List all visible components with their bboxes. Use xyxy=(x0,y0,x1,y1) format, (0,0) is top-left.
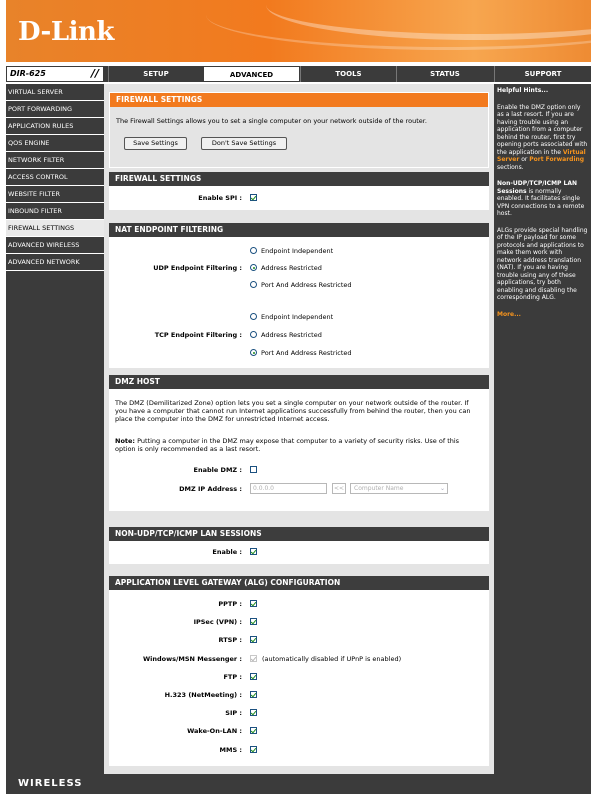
alg-label: SIP : xyxy=(225,709,242,718)
alg-checkbox[interactable] xyxy=(250,709,257,717)
sidebar-item-advanced-network[interactable]: ADVANCED NETWORK xyxy=(6,254,104,271)
alg-checkbox[interactable] xyxy=(250,654,257,662)
alg-label: PPTP : xyxy=(218,600,242,608)
tcp-endpoint-independent-radio[interactable] xyxy=(250,313,257,320)
sidebar-item-application-rules[interactable]: APPLICATION RULES xyxy=(6,118,104,135)
sidebar-item-inbound-filter[interactable]: INBOUND FILTER xyxy=(6,203,104,220)
more-link[interactable]: More... xyxy=(497,311,588,319)
udp-opt2-label: Address Restricted xyxy=(261,264,322,272)
sidebar-item-website-filter[interactable]: WEBSITE FILTER xyxy=(6,186,104,203)
tcp-opt2-label: Address Restricted xyxy=(261,331,322,339)
alg-checkbox[interactable] xyxy=(250,672,257,680)
dmz-note-1: Putting a computer in the DMZ may expose… xyxy=(135,437,460,445)
alg-note: (automatically disabled if UPnP is enabl… xyxy=(262,654,402,663)
enable-dmz-label: Enable DMZ : xyxy=(193,466,242,474)
sidebar: VIRTUAL SERVER PORT FORWARDING APPLICATI… xyxy=(6,84,104,774)
alg-checkbox[interactable] xyxy=(250,618,257,626)
udp-endpoint-independent-radio[interactable] xyxy=(250,247,257,254)
dmz-desc-2: you have a computer that cannot run Inte… xyxy=(115,407,471,415)
alg-checkbox[interactable] xyxy=(250,600,257,607)
lan-enable-label: Enable : xyxy=(212,548,242,556)
sidebar-item-virtual-server[interactable]: VIRTUAL SERVER xyxy=(6,84,104,101)
help-p2: Non-UDP/TCP/ICMP LAN Sessions is normall… xyxy=(497,180,585,217)
tab-status[interactable]: STATUS xyxy=(396,66,493,82)
tab-advanced[interactable]: ADVANCED xyxy=(203,66,300,82)
sidebar-item-access-control[interactable]: ACCESS CONTROL xyxy=(6,169,104,186)
help-title: Helpful Hints... xyxy=(497,87,549,94)
computer-name-select[interactable]: Computer Name ⌄ xyxy=(350,483,448,494)
tcp-opt3-label: Port And Address Restricted xyxy=(261,349,352,357)
sidebar-item-port-forwarding[interactable]: PORT FORWARDING xyxy=(6,101,104,118)
tcp-filtering-label: TCP Endpoint Filtering : xyxy=(154,331,242,339)
tcp-address-restricted-radio[interactable] xyxy=(250,331,257,338)
udp-filtering-label: UDP Endpoint Filtering : xyxy=(153,264,242,272)
tab-support[interactable]: SUPPORT xyxy=(494,66,591,82)
udp-port-address-restricted-radio[interactable] xyxy=(250,281,257,288)
sidebar-item-firewall-settings[interactable]: FIREWALL SETTINGS xyxy=(6,220,104,237)
alg-title: APPLICATION LEVEL GATEWAY (ALG) CONFIGUR… xyxy=(109,576,489,590)
alg-label: H.323 (NetMeeting) : xyxy=(164,691,242,699)
tab-tools[interactable]: TOOLS xyxy=(300,66,396,82)
enable-dmz-checkbox[interactable] xyxy=(250,466,257,473)
computer-name-value: Computer Name xyxy=(354,485,404,492)
alg-label: MMS : xyxy=(219,745,242,754)
nat-title: NAT ENDPOINT FILTERING xyxy=(109,223,489,237)
tcp-opt1-label: Endpoint Independent xyxy=(261,313,334,321)
help-panel: Helpful Hints... Enable the DMZ option o… xyxy=(494,84,591,774)
alg-checkbox[interactable] xyxy=(250,691,257,698)
model-label: DIR-625// xyxy=(6,66,104,82)
save-settings-button[interactable]: Save Settings xyxy=(124,137,187,150)
firewall-title: FIREWALL SETTINGS xyxy=(110,93,488,107)
firewall-intro: The Firewall Settings allows you to set … xyxy=(116,117,427,125)
dmz-ip-label: DMZ IP Address : xyxy=(179,485,242,493)
footer-wireless: WIRELESS xyxy=(6,774,591,794)
sidebar-item-qos-engine[interactable]: QOS ENGINE xyxy=(6,135,104,152)
enable-spi-checkbox[interactable] xyxy=(250,194,257,201)
tab-setup[interactable]: SETUP xyxy=(108,66,203,82)
tcp-port-address-restricted-radio[interactable] xyxy=(250,349,257,356)
help-p3: ALGs provide special handling of the IP … xyxy=(497,226,588,302)
alg-label: Wake-On-LAN : xyxy=(187,727,242,736)
dont-save-settings-button[interactable]: Don't Save Settings xyxy=(201,137,287,150)
alg-label: RTSP : xyxy=(218,636,242,645)
dmz-note-label: Note: xyxy=(115,437,136,445)
dmz-desc-3: place the computer into the DMZ for unre… xyxy=(115,415,330,423)
dmz-title: DMZ HOST xyxy=(109,375,489,389)
dmz-ip-input[interactable]: 0.0.0.0 xyxy=(250,483,327,494)
firewall-settings-title: FIREWALL SETTINGS xyxy=(109,172,489,186)
port-forwarding-link[interactable]: Port Forwarding xyxy=(529,156,584,163)
alg-checkbox[interactable] xyxy=(250,636,257,644)
help-p1: Enable the DMZ option only as a last res… xyxy=(497,103,588,171)
main-content: FIREWALL SETTINGS The Firewall Settings … xyxy=(104,84,494,774)
sidebar-item-network-filter[interactable]: NETWORK FILTER xyxy=(6,152,104,169)
lan-sessions-checkbox[interactable] xyxy=(250,548,257,555)
alg-checkbox[interactable] xyxy=(250,727,257,735)
chevron-down-icon: ⌄ xyxy=(439,485,445,492)
alg-label: FTP : xyxy=(223,672,242,681)
udp-opt3-label: Port And Address Restricted xyxy=(261,281,352,289)
spi-label: Enable SPI : xyxy=(198,194,242,202)
alg-checkbox[interactable] xyxy=(250,745,257,753)
alg-label: Windows/MSN Messenger : xyxy=(142,654,242,663)
lan-sessions-title: NON-UDP/TCP/ICMP LAN SESSIONS xyxy=(109,527,489,541)
dlink-logo: D-Link xyxy=(18,17,114,47)
header-banner: D-Link xyxy=(6,0,591,62)
udp-address-restricted-radio[interactable] xyxy=(250,264,257,271)
alg-label: IPSec (VPN) : xyxy=(193,618,242,627)
dmz-note-2: option is only recommended as a last res… xyxy=(115,445,261,453)
sidebar-item-advanced-wireless[interactable]: ADVANCED WIRELESS xyxy=(6,237,104,254)
dmz-copy-arrow-button[interactable]: << xyxy=(332,483,346,494)
udp-opt1-label: Endpoint Independent xyxy=(261,247,334,255)
dmz-desc-1: The DMZ (Demilitarized Zone) option lets… xyxy=(115,399,469,407)
